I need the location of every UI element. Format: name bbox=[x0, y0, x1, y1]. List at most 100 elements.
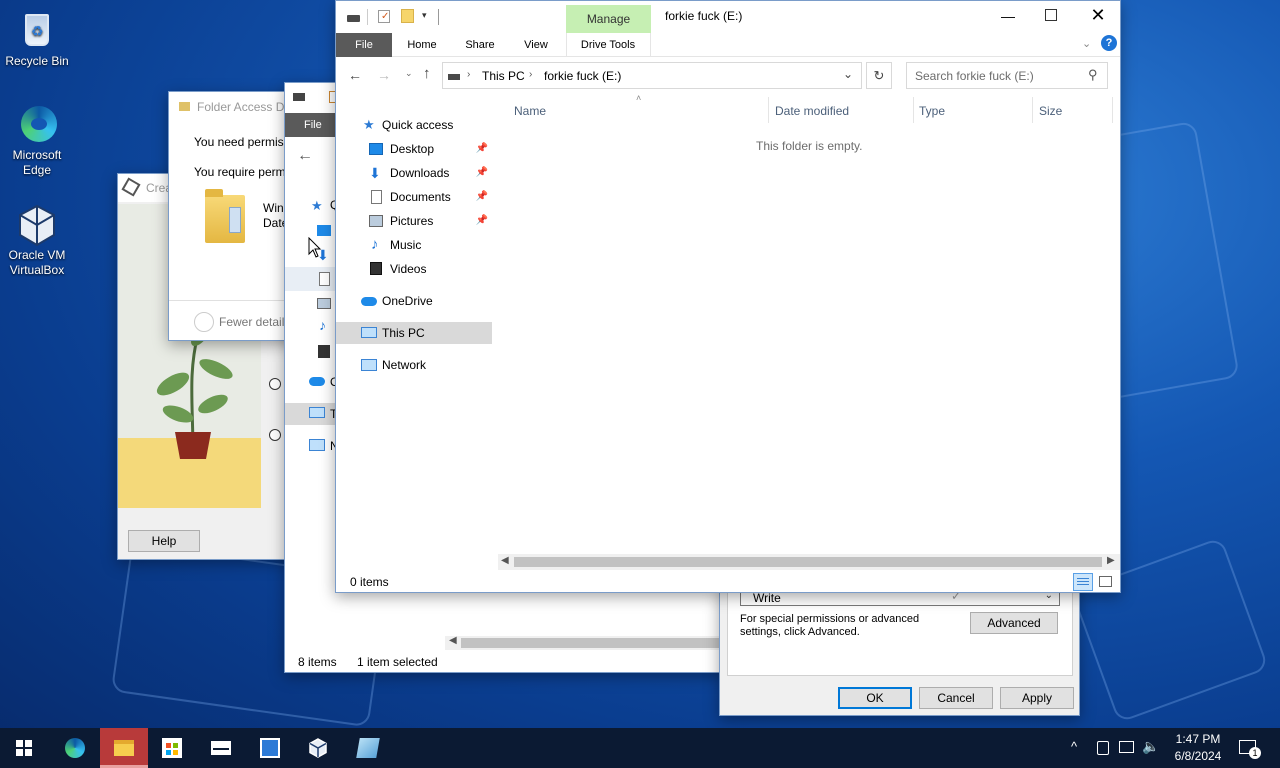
nav-label-onedrive: OneDrive bbox=[382, 294, 433, 308]
column-divider[interactable] bbox=[1032, 97, 1033, 123]
nav-documents[interactable]: Documents 📌 bbox=[336, 186, 492, 208]
taskbar-store[interactable] bbox=[148, 728, 196, 768]
clock-time[interactable]: 1:47 PM bbox=[1166, 732, 1230, 746]
taskbar-mail[interactable] bbox=[197, 728, 245, 768]
pictures-icon bbox=[317, 298, 331, 309]
back-horizontal-scrollbar[interactable]: ◀ bbox=[445, 635, 723, 650]
advanced-button[interactable]: Advanced bbox=[970, 612, 1058, 634]
view-tab[interactable]: View bbox=[516, 38, 556, 58]
nav-videos[interactable]: Videos bbox=[336, 258, 492, 280]
videos-icon bbox=[318, 345, 330, 358]
recycle-bin-label: Recycle Bin bbox=[5, 54, 69, 68]
file-tab[interactable]: File bbox=[336, 33, 392, 57]
desktop-icon-recycle-bin[interactable]: ♻ Recycle Bin bbox=[1, 10, 73, 69]
nav-network[interactable]: Network bbox=[336, 354, 492, 376]
column-type[interactable]: Type bbox=[919, 104, 945, 118]
large-icons-view-icon[interactable] bbox=[1099, 576, 1112, 587]
nav-label-quick-access: Quick access bbox=[382, 118, 454, 132]
column-divider[interactable] bbox=[1112, 97, 1113, 123]
back-file-tab[interactable]: File bbox=[285, 113, 341, 137]
separator bbox=[367, 9, 368, 25]
nav-music[interactable]: ♪ Music bbox=[336, 234, 492, 256]
back-arrow-icon[interactable]: ← bbox=[348, 67, 362, 83]
vbox-radio-2[interactable] bbox=[269, 429, 281, 441]
nav-quick-access[interactable]: ★ Quick access bbox=[336, 114, 492, 136]
refresh-icon[interactable]: ↻ bbox=[866, 62, 892, 89]
column-name[interactable]: Name bbox=[514, 104, 546, 118]
home-tab[interactable]: Home bbox=[400, 38, 444, 58]
pin-icon[interactable]: 📌 bbox=[476, 186, 488, 208]
properties-icon[interactable]: ✓ bbox=[378, 10, 390, 23]
clock-date[interactable]: 6/8/2024 bbox=[1166, 749, 1230, 763]
nav-onedrive[interactable]: OneDrive bbox=[336, 290, 492, 312]
desktop-icon-edge[interactable]: Microsoft Edge bbox=[1, 104, 73, 178]
navigation-pane: ★ Quick access Desktop 📌 ⬇ Downloads 📌 D… bbox=[336, 111, 496, 551]
status-item-count: 0 items bbox=[350, 575, 389, 589]
pin-icon[interactable]: 📌 bbox=[476, 210, 488, 232]
manage-tab[interactable]: Manage bbox=[566, 5, 651, 33]
share-tab[interactable]: Share bbox=[456, 38, 504, 58]
details-view-icon[interactable] bbox=[1073, 573, 1093, 591]
network-icon bbox=[309, 439, 325, 451]
column-size[interactable]: Size bbox=[1039, 104, 1062, 118]
help-icon[interactable]: ? bbox=[1101, 35, 1117, 51]
nav-desktop[interactable]: Desktop 📌 bbox=[336, 138, 492, 160]
empty-folder-message: This folder is empty. bbox=[756, 139, 863, 153]
volume-icon[interactable]: 🔈 bbox=[1142, 738, 1159, 755]
this-pc-icon bbox=[361, 327, 377, 338]
drive-tools-tab[interactable]: Drive Tools bbox=[568, 38, 648, 58]
chevron-right-icon[interactable]: › bbox=[467, 69, 470, 80]
pin-icon[interactable]: 📌 bbox=[476, 162, 488, 184]
nav-pictures[interactable]: Pictures 📌 bbox=[336, 210, 492, 232]
forward-arrow-icon[interactable]: → bbox=[377, 67, 391, 83]
minimize-button[interactable]: — bbox=[996, 5, 1020, 27]
taskbar-file-explorer[interactable] bbox=[100, 728, 148, 768]
nav-this-pc[interactable]: This PC bbox=[336, 322, 492, 344]
pin-icon[interactable]: 📌 bbox=[476, 138, 488, 160]
taskbar-edge[interactable] bbox=[51, 728, 99, 768]
device-icon[interactable] bbox=[1097, 741, 1109, 755]
vbox-help-button[interactable]: Help bbox=[128, 530, 200, 552]
network-tray-icon[interactable] bbox=[1119, 741, 1134, 753]
vbox-radio-1[interactable] bbox=[269, 378, 281, 390]
chevron-up-icon[interactable]: ^ bbox=[1071, 739, 1077, 754]
close-button[interactable]: ✕ bbox=[1086, 3, 1110, 27]
horizontal-scrollbar[interactable]: ◀ ▶ bbox=[498, 554, 1120, 570]
column-date-modified[interactable]: Date modified bbox=[775, 104, 849, 118]
address-dropdown-icon[interactable]: ⌄ bbox=[843, 67, 853, 81]
fewer-details-link[interactable]: Fewer details bbox=[219, 315, 290, 329]
chevron-right-icon[interactable]: › bbox=[529, 69, 532, 80]
scroll-right-icon[interactable]: ▶ bbox=[1107, 555, 1115, 566]
taskbar: ^ 🔈 1:47 PM 6/8/2024 1 bbox=[0, 728, 1280, 768]
maximize-button[interactable] bbox=[1045, 9, 1057, 21]
scroll-left-icon[interactable]: ◀ bbox=[501, 555, 509, 566]
ok-button[interactable]: OK bbox=[838, 687, 912, 709]
chevron-up-icon[interactable] bbox=[194, 312, 214, 332]
nav-downloads[interactable]: ⬇ Downloads 📌 bbox=[336, 162, 492, 184]
taskbar-virtualbox[interactable] bbox=[294, 728, 342, 768]
breadcrumb-current[interactable]: forkie fuck (E:) bbox=[544, 69, 621, 83]
taskbar-virtualbox-manager[interactable] bbox=[246, 728, 294, 768]
explorer-window[interactable]: ✓ ▾ Manage forkie fuck (E:) — ✕ File Hom… bbox=[335, 0, 1121, 593]
scroll-thumb[interactable] bbox=[514, 557, 1102, 567]
desktop-icon-virtualbox[interactable]: Oracle VM VirtualBox bbox=[1, 204, 73, 278]
drive-icon bbox=[347, 15, 360, 22]
taskbar-app[interactable] bbox=[344, 728, 392, 768]
column-divider[interactable] bbox=[768, 97, 769, 123]
cancel-button[interactable]: Cancel bbox=[919, 687, 993, 709]
new-folder-icon[interactable] bbox=[401, 9, 414, 23]
ribbon-expand-icon[interactable]: ⌄ bbox=[1082, 37, 1091, 50]
back-arrow-icon[interactable]: ← bbox=[297, 147, 313, 165]
permissions-dialog[interactable]: Write ✓ ⌄ For special permissions or adv… bbox=[719, 585, 1080, 716]
up-arrow-icon[interactable]: ↑ bbox=[423, 65, 431, 82]
breadcrumb-this-pc[interactable]: This PC bbox=[482, 69, 525, 83]
app-icon bbox=[356, 738, 380, 758]
recent-locations-icon[interactable]: ⌄ bbox=[405, 68, 413, 79]
column-divider[interactable] bbox=[913, 97, 914, 123]
customize-toolbar-icon[interactable]: ▾ bbox=[422, 10, 427, 21]
start-button[interactable] bbox=[0, 728, 48, 768]
search-input[interactable]: Search forkie fuck (E:) ⚲ bbox=[906, 62, 1108, 89]
apply-button[interactable]: Apply bbox=[1000, 687, 1074, 709]
nav-label-downloads: Downloads bbox=[390, 166, 450, 180]
separator bbox=[438, 9, 439, 25]
